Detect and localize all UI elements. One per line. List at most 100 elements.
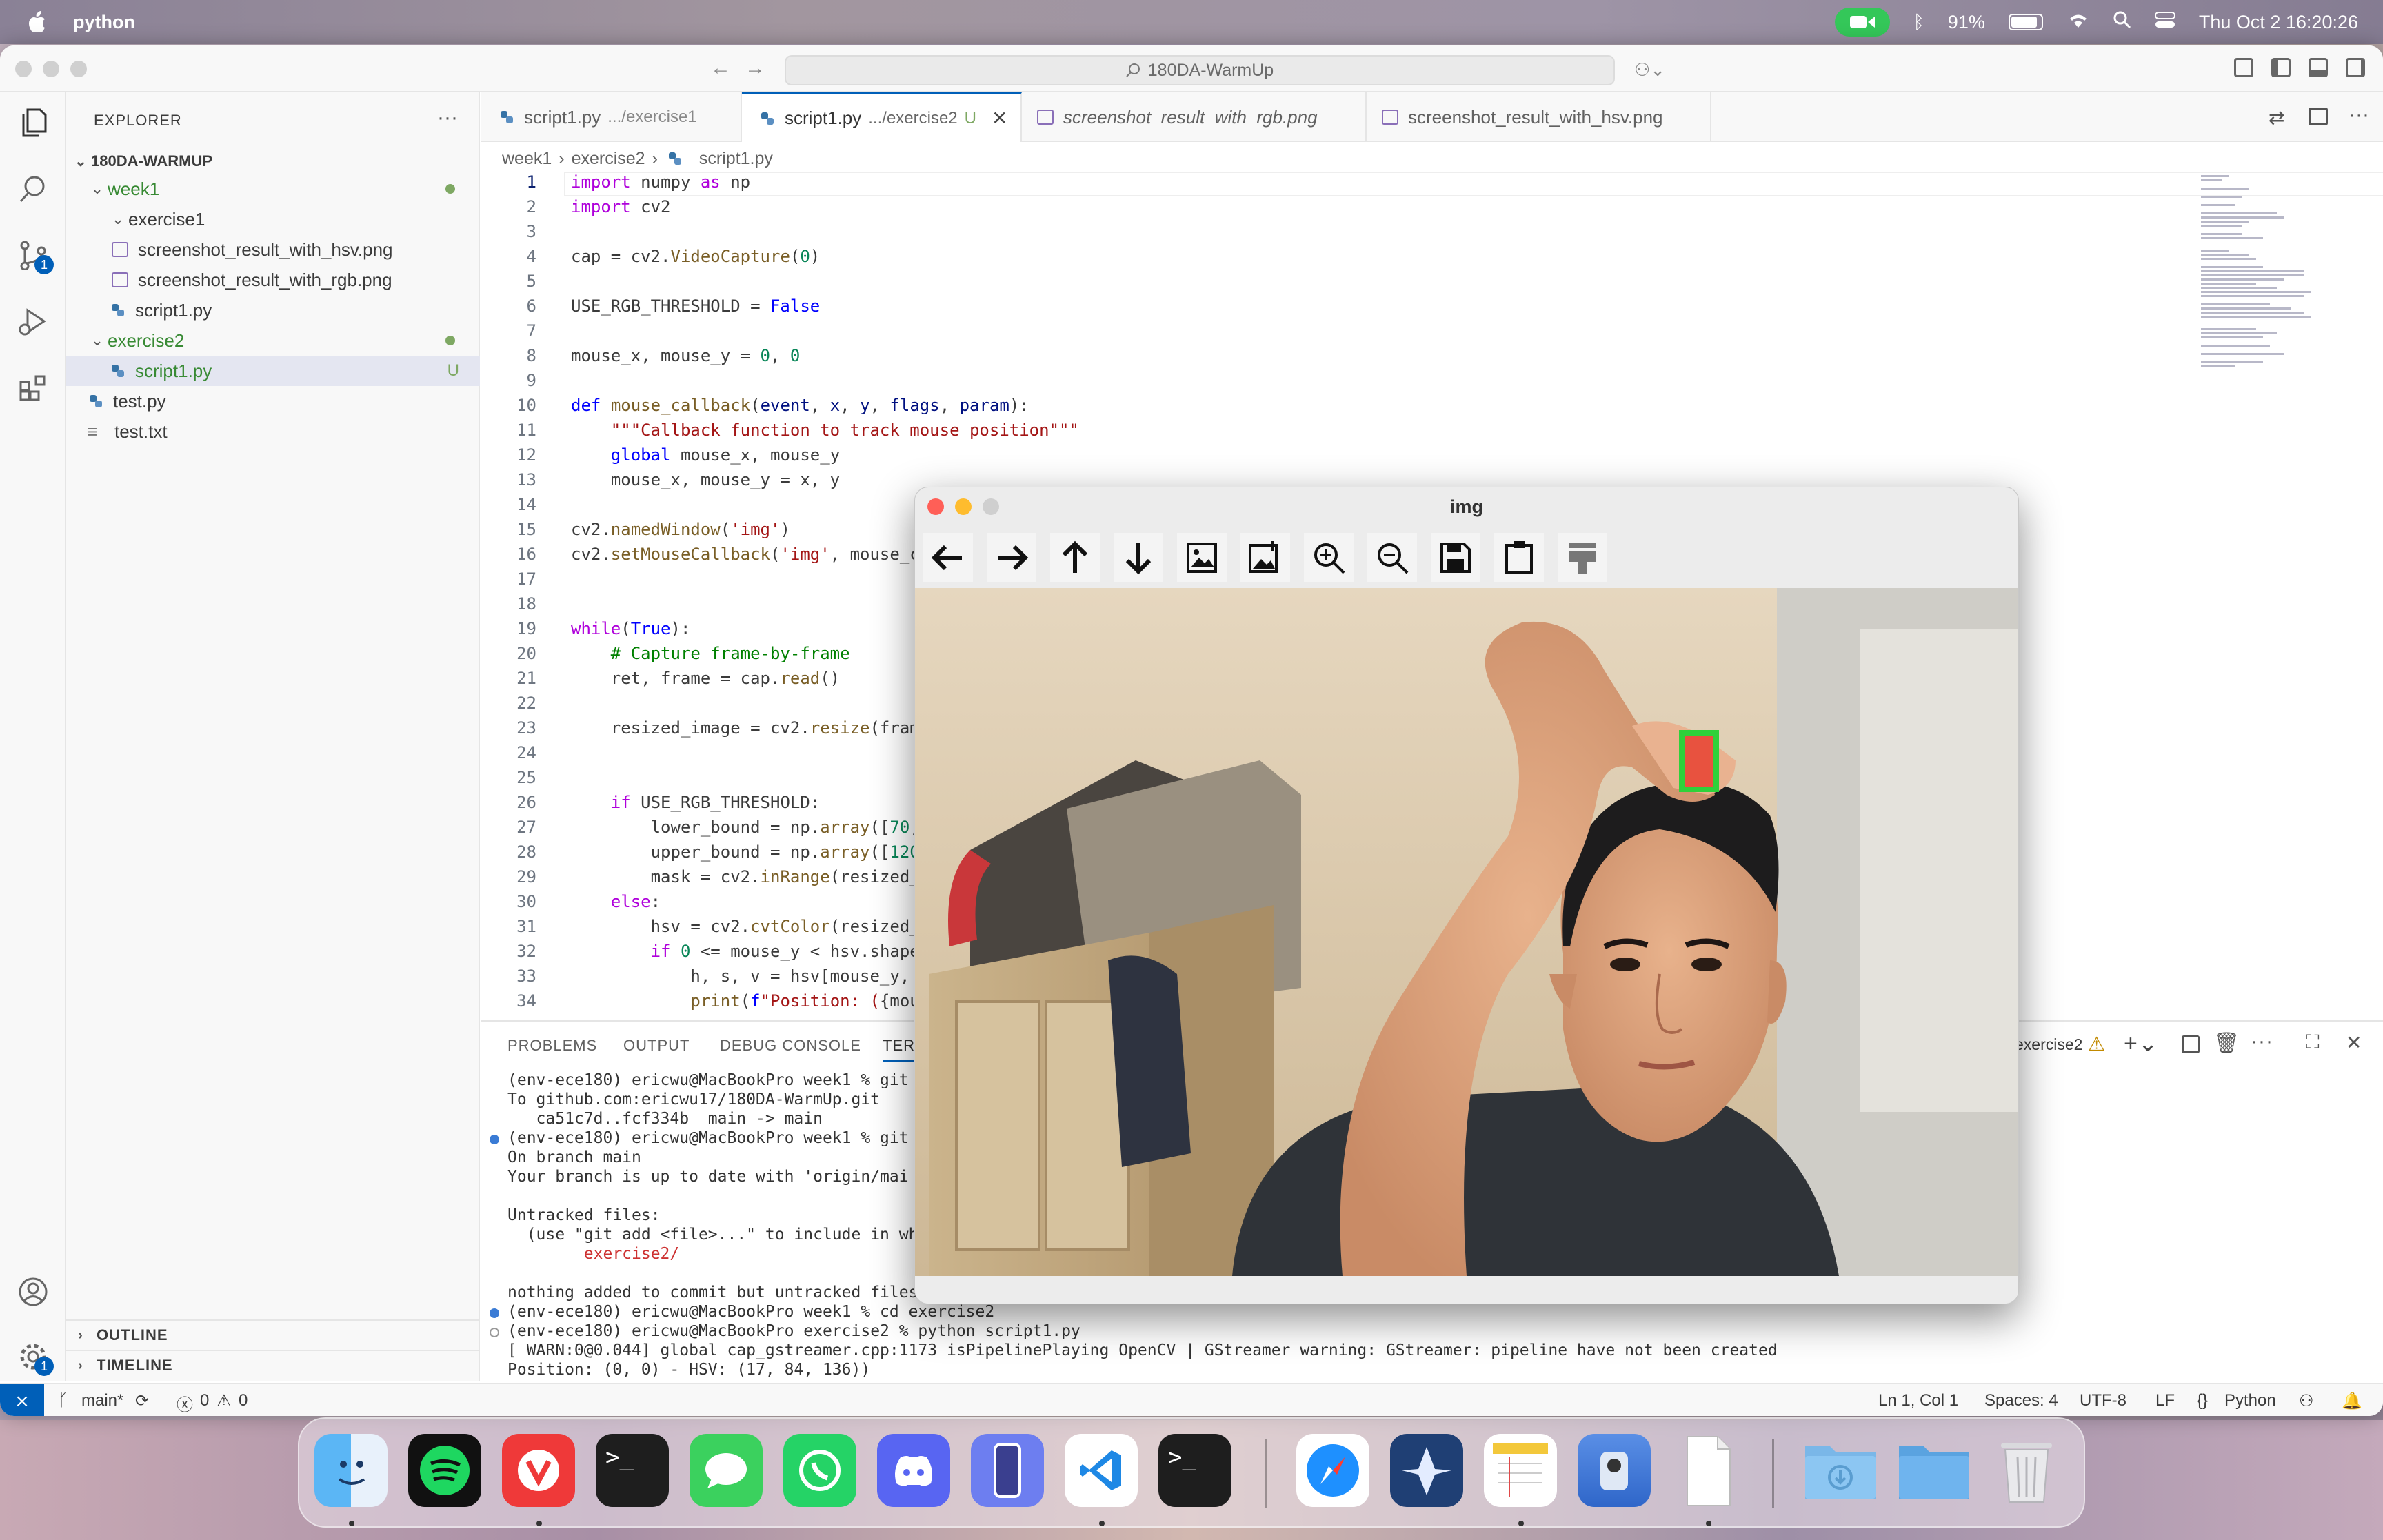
search-icon[interactable] [17,172,50,205]
webcam-frame-image[interactable] [915,588,2018,1276]
downloads-folder-icon[interactable] [1802,1434,1876,1507]
tree-item-exercise1[interactable]: ⌄ exercise1 [66,204,480,234]
document-icon[interactable] [1671,1434,1744,1507]
finder-icon[interactable] [314,1434,388,1507]
error-count[interactable]: 0 [200,1391,209,1410]
vscode-icon[interactable] [1065,1434,1138,1507]
branch-name[interactable]: main* [81,1391,123,1410]
tree-item-hsv-png[interactable]: screenshot_result_with_hsv.png [66,234,480,265]
facetime-icon[interactable] [1834,8,1890,37]
spotlight-search-icon[interactable] [2113,11,2131,34]
close-panel-icon[interactable]: ✕ [2346,1031,2362,1054]
xcode-like-icon[interactable] [1390,1434,1463,1507]
iphone-mirroring-icon[interactable] [971,1434,1044,1507]
copilot-icon[interactable]: ⚇⌄ [1634,59,1665,81]
new-terminal-icon[interactable]: +⌄ [2124,1030,2158,1057]
toggle-panel-icon[interactable] [2309,58,2328,77]
pan-down-icon[interactable] [1114,533,1163,582]
tab-debug-console[interactable]: DEBUG CONSOLE [720,1037,861,1055]
notifications-icon[interactable]: 🔔 [2342,1391,2362,1411]
messages-icon[interactable] [690,1434,763,1507]
save-icon[interactable] [1431,533,1480,582]
copilot-status-icon[interactable]: ⚇ [2299,1391,2314,1411]
kill-terminal-icon[interactable]: 🗑 [2213,1031,2240,1055]
pan-right-icon[interactable] [987,533,1036,582]
tab-rgb-png[interactable]: screenshot_result_with_rgb.png [1022,92,1367,142]
command-center-search[interactable]: 180DA-WarmUp [785,55,1615,85]
split-editor-icon[interactable] [2309,108,2328,125]
trash-icon[interactable] [1990,1434,2063,1507]
maximize-panel-icon[interactable]: ⛶ [2306,1031,2320,1054]
pan-up-icon[interactable] [1050,533,1100,582]
manage-gear-icon[interactable]: 1 [17,1340,54,1376]
battery-icon[interactable] [2008,14,2043,30]
line-ending[interactable]: LF [2155,1391,2175,1410]
remote-indicator-icon[interactable]: ⨯ [0,1384,44,1416]
zoom-in-icon[interactable] [1304,533,1354,582]
properties-icon[interactable] [1558,533,1607,582]
terminal-icon[interactable]: >_ [596,1434,669,1507]
tree-item-rgb-png[interactable]: screenshot_result_with_rgb.png [66,265,480,295]
language-mode[interactable]: Python [2224,1391,2276,1410]
tree-item-ex1-script[interactable]: script1.py [66,295,480,325]
compare-changes-icon[interactable]: ⇄ [2269,106,2284,129]
extensions-icon[interactable] [17,371,50,404]
encoding[interactable]: UTF-8 [2080,1391,2126,1410]
menubar-clock[interactable]: Thu Oct 2 16:20:26 [2199,12,2358,33]
copy-to-clipboard-icon[interactable] [1494,533,1544,582]
control-center-icon[interactable] [2154,11,2175,34]
tab-problems[interactable]: PROBLEMS [507,1037,597,1055]
wifi-icon[interactable] [2067,11,2090,34]
cursor-position[interactable]: Ln 1, Col 1 [1878,1391,1958,1410]
indentation[interactable]: Spaces: 4 [1984,1391,2058,1410]
run-debug-icon[interactable] [17,305,50,338]
notes-icon[interactable] [1484,1434,1557,1507]
timeline-section[interactable]: › TIMELINE [66,1350,480,1380]
pan-left-icon[interactable] [923,533,973,582]
split-terminal-icon[interactable] [2182,1035,2200,1053]
tree-item-week1[interactable]: ⌄ week1 [66,174,480,204]
forward-arrow-icon[interactable]: → [745,57,765,80]
more-actions-icon[interactable]: ··· [2251,1030,2273,1053]
toggle-secondary-sidebar-icon[interactable] [2346,58,2365,77]
toggle-sidebar-icon[interactable] [2271,58,2291,77]
outline-section[interactable]: › OUTLINE [66,1319,480,1350]
accounts-icon[interactable] [17,1275,50,1308]
tab-script1-exercise2[interactable]: script1.py .../exercise2 U ✕ [742,92,1022,142]
app-name[interactable]: python [73,12,135,33]
workspace-root[interactable]: ⌄ 180DA-WARMUP [66,146,480,176]
safari-icon[interactable] [1296,1434,1369,1507]
whatsapp-icon[interactable] [783,1434,856,1507]
zoom-actual-icon[interactable] [1240,533,1290,582]
vivaldi-icon[interactable] [502,1434,575,1507]
terminal-name[interactable]: exercise2 [2015,1035,2082,1054]
close-window-button[interactable] [15,61,32,77]
spotify-icon[interactable] [408,1434,481,1507]
tree-item-ex2-script[interactable]: script1.py U [66,356,480,386]
minimize-window-button[interactable] [43,61,59,77]
tree-item-exercise2[interactable]: ⌄ exercise2 [66,325,480,356]
tab-output[interactable]: OUTPUT [623,1037,690,1055]
close-tab-icon[interactable]: ✕ [992,107,1007,130]
sync-icon[interactable]: ⟳ [135,1391,149,1411]
zoom-out-icon[interactable] [1367,533,1417,582]
warning-count[interactable]: 0 [239,1391,248,1410]
discord-icon[interactable] [877,1434,950,1507]
zoom-fit-icon[interactable] [1177,533,1227,582]
errors-icon[interactable]: ⓧ [177,1391,193,1415]
preview-icon[interactable] [1578,1434,1651,1507]
zoom-window-button[interactable] [70,61,87,77]
explorer-icon[interactable] [17,106,50,139]
tree-item-test-py[interactable]: test.py [66,386,480,416]
more-actions-icon[interactable]: ··· [2349,103,2369,127]
more-actions-icon[interactable]: ··· [437,106,458,130]
tab-hsv-png[interactable]: screenshot_result_with_hsv.png [1367,92,1711,142]
tab-script1-exercise1[interactable]: script1.py .../exercise1 [481,92,742,142]
terminal-2-icon[interactable]: >_ [1158,1434,1231,1507]
warning-icon[interactable]: ⚠ [217,1391,232,1411]
apple-icon[interactable] [26,10,54,34]
source-control-icon[interactable]: 1 [17,239,54,274]
back-arrow-icon[interactable]: ← [710,57,731,80]
tree-item-test-txt[interactable]: ≡ test.txt [66,416,480,447]
folder-icon[interactable] [1896,1434,1969,1507]
